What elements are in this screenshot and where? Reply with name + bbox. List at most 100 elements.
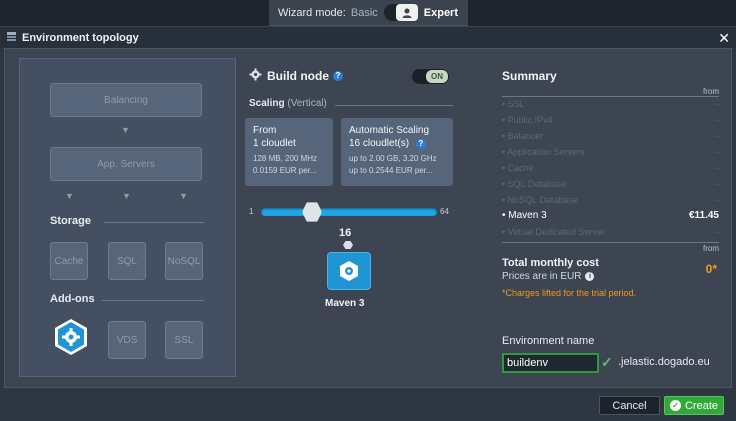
environment-icon	[6, 31, 17, 45]
cloudlet-slider[interactable]	[261, 208, 437, 216]
app-servers-button[interactable]: App. Servers	[50, 147, 202, 181]
card-price: up to 0.2544 EUR per...	[349, 166, 433, 175]
toggle-on-label: ON	[426, 70, 448, 83]
row-name: Balancer	[502, 131, 544, 141]
dialog-header: Environment topology ✕	[0, 26, 736, 48]
wizard-mode-label: Wizard mode:	[278, 6, 346, 19]
wizard-mode-toggle[interactable]	[383, 4, 418, 21]
help-icon[interactable]: ?	[333, 71, 343, 81]
arrow-down-icon: ▼	[65, 191, 74, 201]
scaling-title: Scaling (Vertical)	[249, 98, 327, 109]
divider	[104, 222, 204, 223]
build-node-panel: Build node ? ON Scaling (Vertical) From …	[241, 58, 456, 377]
check-icon: ✓	[601, 354, 613, 370]
wizard-mode-basic[interactable]: Basic	[351, 7, 378, 19]
row-name: Application Servers	[502, 147, 585, 157]
row-name: Maven 3	[502, 210, 546, 221]
summary-panel: Summary from SSL - Public IPv4 - Balancer -…	[502, 58, 722, 388]
arrow-down-icon: ▼	[121, 125, 130, 135]
addons-title: Add-ons	[50, 293, 95, 305]
total-cost-value: 0*	[705, 262, 717, 276]
info-icon[interactable]: i	[585, 272, 595, 281]
build-node-title: Build node	[267, 69, 329, 83]
dialog-footer: Cancel ✓ Create	[0, 388, 736, 421]
hexagon-icon	[343, 241, 353, 249]
summary-row: Application Servers -	[502, 147, 719, 157]
row-price: -	[716, 147, 719, 157]
row-price: -	[716, 163, 719, 173]
summary-row: SQL Database -	[502, 179, 719, 189]
row-name: NoSQL Database	[502, 195, 578, 205]
topology-dialog: Balancing ▼ App. Servers ▼ ▼ ▼ Storage C…	[4, 48, 732, 388]
total-cost-title: Total monthly cost	[502, 257, 599, 269]
divider	[335, 105, 453, 106]
card-value: 16 cloudlet(s)	[349, 138, 410, 149]
summary-row: Cache -	[502, 163, 719, 173]
auto-scaling-card: Automatic Scaling 16 cloudlet(s) ? up to…	[341, 118, 453, 186]
gear-icon	[340, 261, 358, 281]
row-price: -	[716, 131, 719, 141]
build-node-addon[interactable]	[53, 318, 89, 356]
maven-node-tile[interactable]	[327, 252, 371, 290]
reserved-cloudlets-card: From 1 cloudlet 128 MB, 200 MHz 0.0159 E…	[245, 118, 333, 186]
card-title: Automatic Scaling	[349, 125, 430, 136]
from-label: from	[703, 244, 719, 253]
environment-name-label: Environment name	[502, 335, 595, 347]
user-icon	[395, 4, 418, 21]
slider-min: 1	[249, 207, 254, 216]
storage-nosql-button[interactable]: NoSQL	[165, 242, 203, 280]
card-specs: up to 2.00 GB, 3.20 GHz	[349, 154, 437, 163]
wizard-mode-switch: Wizard mode: Basic Expert	[269, 0, 468, 26]
addon-ssl-button[interactable]: SSL	[165, 321, 203, 359]
row-name: Cache	[502, 163, 534, 173]
card-title: From	[253, 125, 277, 136]
arrow-down-icon: ▼	[179, 191, 188, 201]
environment-name-input[interactable]	[502, 353, 599, 373]
card-value: 1 cloudlet	[253, 138, 296, 149]
row-price: -	[716, 227, 719, 237]
scaling-label: Scaling	[249, 98, 285, 109]
close-icon[interactable]: ✕	[718, 30, 730, 47]
create-button[interactable]: ✓ Create	[664, 396, 724, 415]
cloudlet-count: 16	[339, 227, 352, 239]
build-node-header: Build node ?	[249, 68, 343, 84]
row-name: Public IPv4	[502, 115, 553, 125]
row-price: -	[716, 179, 719, 189]
dialog-title: Environment topology	[22, 31, 139, 44]
storage-sql-button[interactable]: SQL	[108, 242, 146, 280]
divider	[102, 300, 204, 301]
help-icon[interactable]: ?	[415, 139, 426, 149]
build-node-toggle[interactable]: ON	[412, 69, 449, 84]
row-price: -	[716, 99, 719, 109]
summary-row: Public IPv4 -	[502, 115, 719, 125]
storage-cache-button[interactable]: Cache	[50, 242, 88, 280]
cancel-button[interactable]: Cancel	[599, 396, 660, 415]
price-currency-note: Prices are in EUR i	[502, 271, 595, 282]
divider	[502, 96, 719, 97]
from-label: from	[703, 87, 719, 96]
domain-suffix: .jelastic.dogado.eu	[618, 356, 710, 368]
row-name: Virtual Dedicated Server	[502, 227, 605, 237]
card-price: 0.0159 EUR per...	[253, 166, 317, 175]
arrow-down-icon: ▼	[122, 191, 131, 201]
summary-row: Virtual Dedicated Server -	[502, 227, 719, 237]
summary-row: NoSQL Database -	[502, 195, 719, 205]
summary-row: Balancer -	[502, 131, 719, 141]
slider-handle[interactable]	[302, 202, 322, 222]
create-label: Create	[684, 399, 719, 412]
wizard-mode-expert[interactable]: Expert	[424, 7, 458, 19]
addon-vds-button[interactable]: VDS	[108, 321, 146, 359]
summary-row: SSL -	[502, 99, 719, 109]
topology-canvas: Balancing ▼ App. Servers ▼ ▼ ▼ Storage C…	[19, 58, 236, 377]
hexagon-gear-icon	[55, 319, 87, 355]
card-value-row: 16 cloudlet(s) ?	[349, 137, 445, 150]
scaling-mode: (Vertical)	[287, 98, 327, 109]
summary-title: Summary	[502, 69, 557, 83]
storage-title: Storage	[50, 215, 91, 227]
maven-node-label: Maven 3	[325, 298, 365, 309]
balancing-button[interactable]: Balancing	[50, 83, 202, 117]
summary-row-active: Maven 3 €11.45	[502, 210, 719, 221]
gear-icon	[249, 68, 262, 84]
row-name: SQL Database	[502, 179, 567, 189]
row-name: SSL	[502, 99, 525, 109]
